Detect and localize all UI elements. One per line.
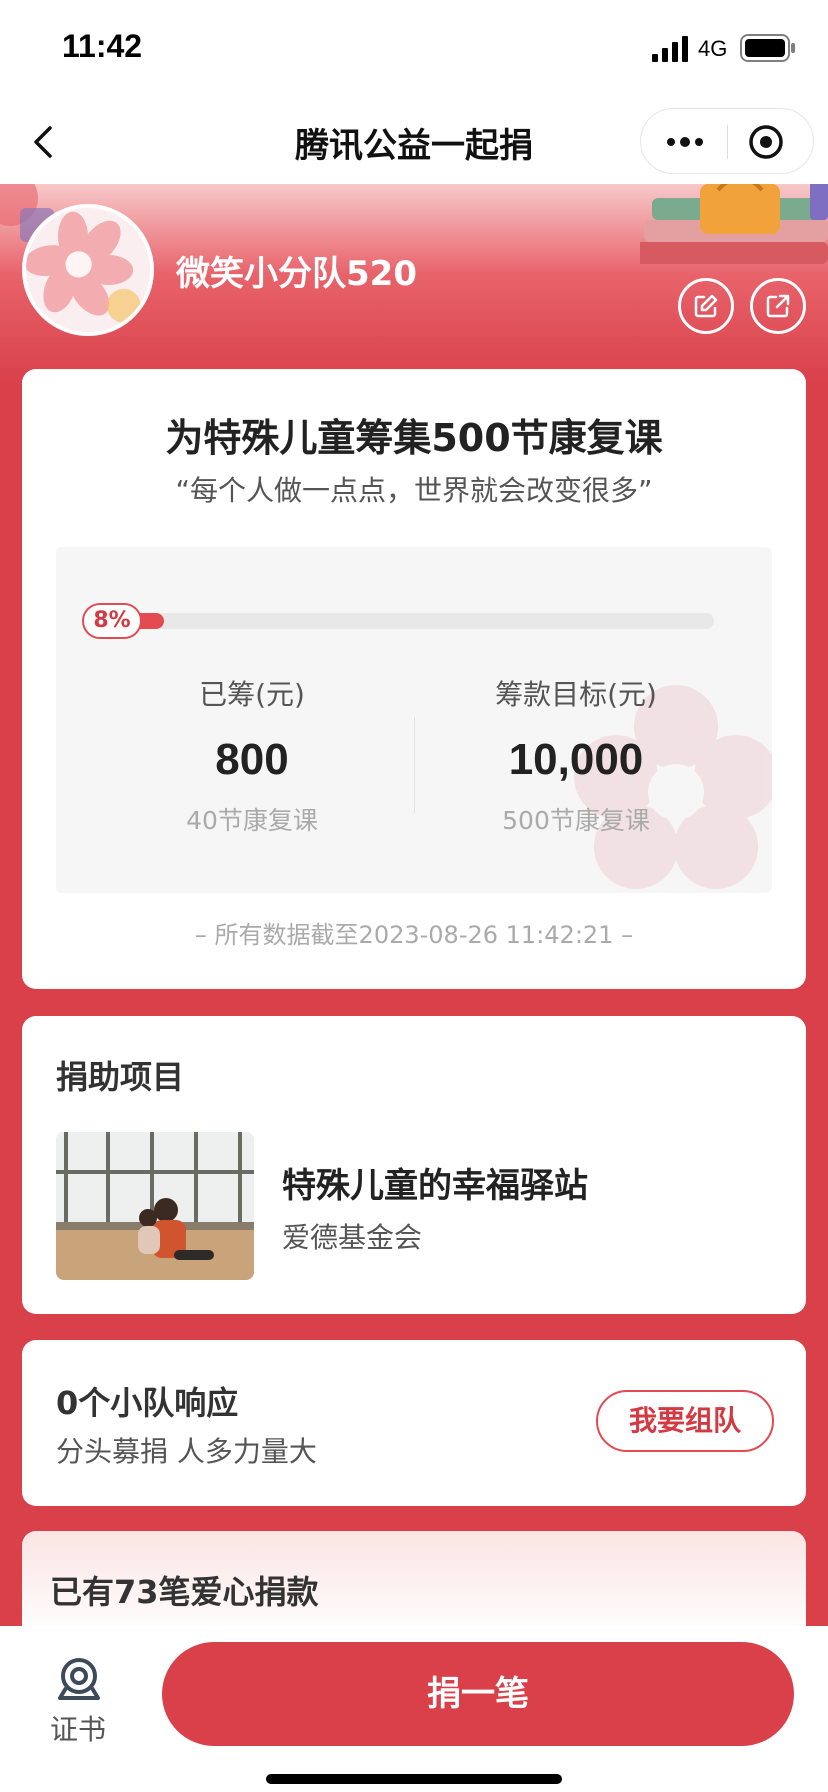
more-icon[interactable] bbox=[663, 129, 707, 155]
capsule-divider bbox=[727, 125, 728, 159]
team-name: 微笑小分队520 bbox=[176, 254, 417, 294]
miniprogram-capsule bbox=[640, 108, 814, 174]
network-label: 4G bbox=[698, 36, 728, 61]
raised-value: 800 bbox=[215, 735, 289, 784]
share-icon[interactable] bbox=[750, 278, 806, 334]
certificate-label[interactable]: 证书 bbox=[50, 1708, 106, 1748]
campaign-title: 为特殊儿童筹集500节康复课 bbox=[165, 416, 663, 460]
project-photo bbox=[56, 1132, 254, 1280]
home-indicator bbox=[266, 1774, 562, 1784]
progress-badge: 8% bbox=[82, 603, 142, 639]
donate-button[interactable]: 捐一笔 bbox=[162, 1642, 794, 1746]
team-avatar[interactable] bbox=[22, 204, 154, 336]
goal-sub: 500节康复课 bbox=[502, 806, 650, 835]
team-up-button[interactable]: 我要组队 bbox=[596, 1390, 774, 1452]
project-card[interactable]: 捐助项目 特殊儿童的幸福驿站 爱德基金会 bbox=[22, 1016, 806, 1314]
goal-label: 筹款目标(元) bbox=[495, 678, 657, 711]
flower-avatar-image bbox=[26, 208, 150, 332]
raised-stat: 已筹(元) 800 40节康复课 bbox=[102, 673, 402, 837]
edit-icon[interactable] bbox=[678, 278, 734, 334]
project-name[interactable]: 特殊儿童的幸福驿站 bbox=[282, 1158, 588, 1207]
raised-label: 已筹(元) bbox=[199, 678, 305, 711]
campaign-slogan: “每个人做一点点，世界就会改变很多” bbox=[175, 474, 653, 507]
status-time: 11:42 bbox=[62, 28, 143, 64]
decoration-illustration bbox=[640, 184, 828, 264]
campaign-card: 为特殊儿童筹集500节康复课 “每个人做一点点，世界就会改变很多” 8% 已筹(… bbox=[22, 369, 806, 989]
battery-icon bbox=[740, 34, 795, 62]
project-thumbnail[interactable] bbox=[56, 1132, 254, 1280]
project-org: 爱德基金会 bbox=[282, 1221, 423, 1254]
team-card: 0个小队响应 分头募捐 人多力量大 我要组队 bbox=[22, 1340, 806, 1506]
donations-count: 已有73笔爱心捐款 bbox=[50, 1573, 319, 1611]
section-title: 捐助项目 bbox=[56, 1058, 185, 1096]
stats-divider bbox=[414, 717, 415, 813]
status-bar: 11:42 4G bbox=[0, 0, 828, 100]
progress-bar bbox=[116, 613, 714, 629]
signal-icon bbox=[652, 36, 688, 62]
close-miniprogram-icon[interactable] bbox=[747, 123, 785, 161]
header-banner: 微笑小分队520 bbox=[0, 184, 828, 384]
certificate-icon[interactable] bbox=[56, 1656, 102, 1702]
raised-sub: 40节康复课 bbox=[186, 806, 318, 835]
goal-stat: 筹款目标(元) 10,000 500节康复课 bbox=[426, 673, 726, 837]
bottom-bar: 证书 捐一笔 bbox=[0, 1626, 828, 1792]
team-slogan: 分头募捐 人多力量大 bbox=[56, 1435, 317, 1468]
stats-box: 8% 已筹(元) 800 40节康复课 筹款目标(元) 10,000 500节康… bbox=[56, 547, 772, 893]
team-count: 0个小队响应 bbox=[56, 1384, 239, 1422]
goal-value: 10,000 bbox=[508, 735, 644, 784]
nav-bar: 腾讯公益一起捐 bbox=[0, 100, 828, 184]
data-timestamp: – 所有数据截至2023-08-26 11:42:21 – bbox=[194, 921, 634, 949]
